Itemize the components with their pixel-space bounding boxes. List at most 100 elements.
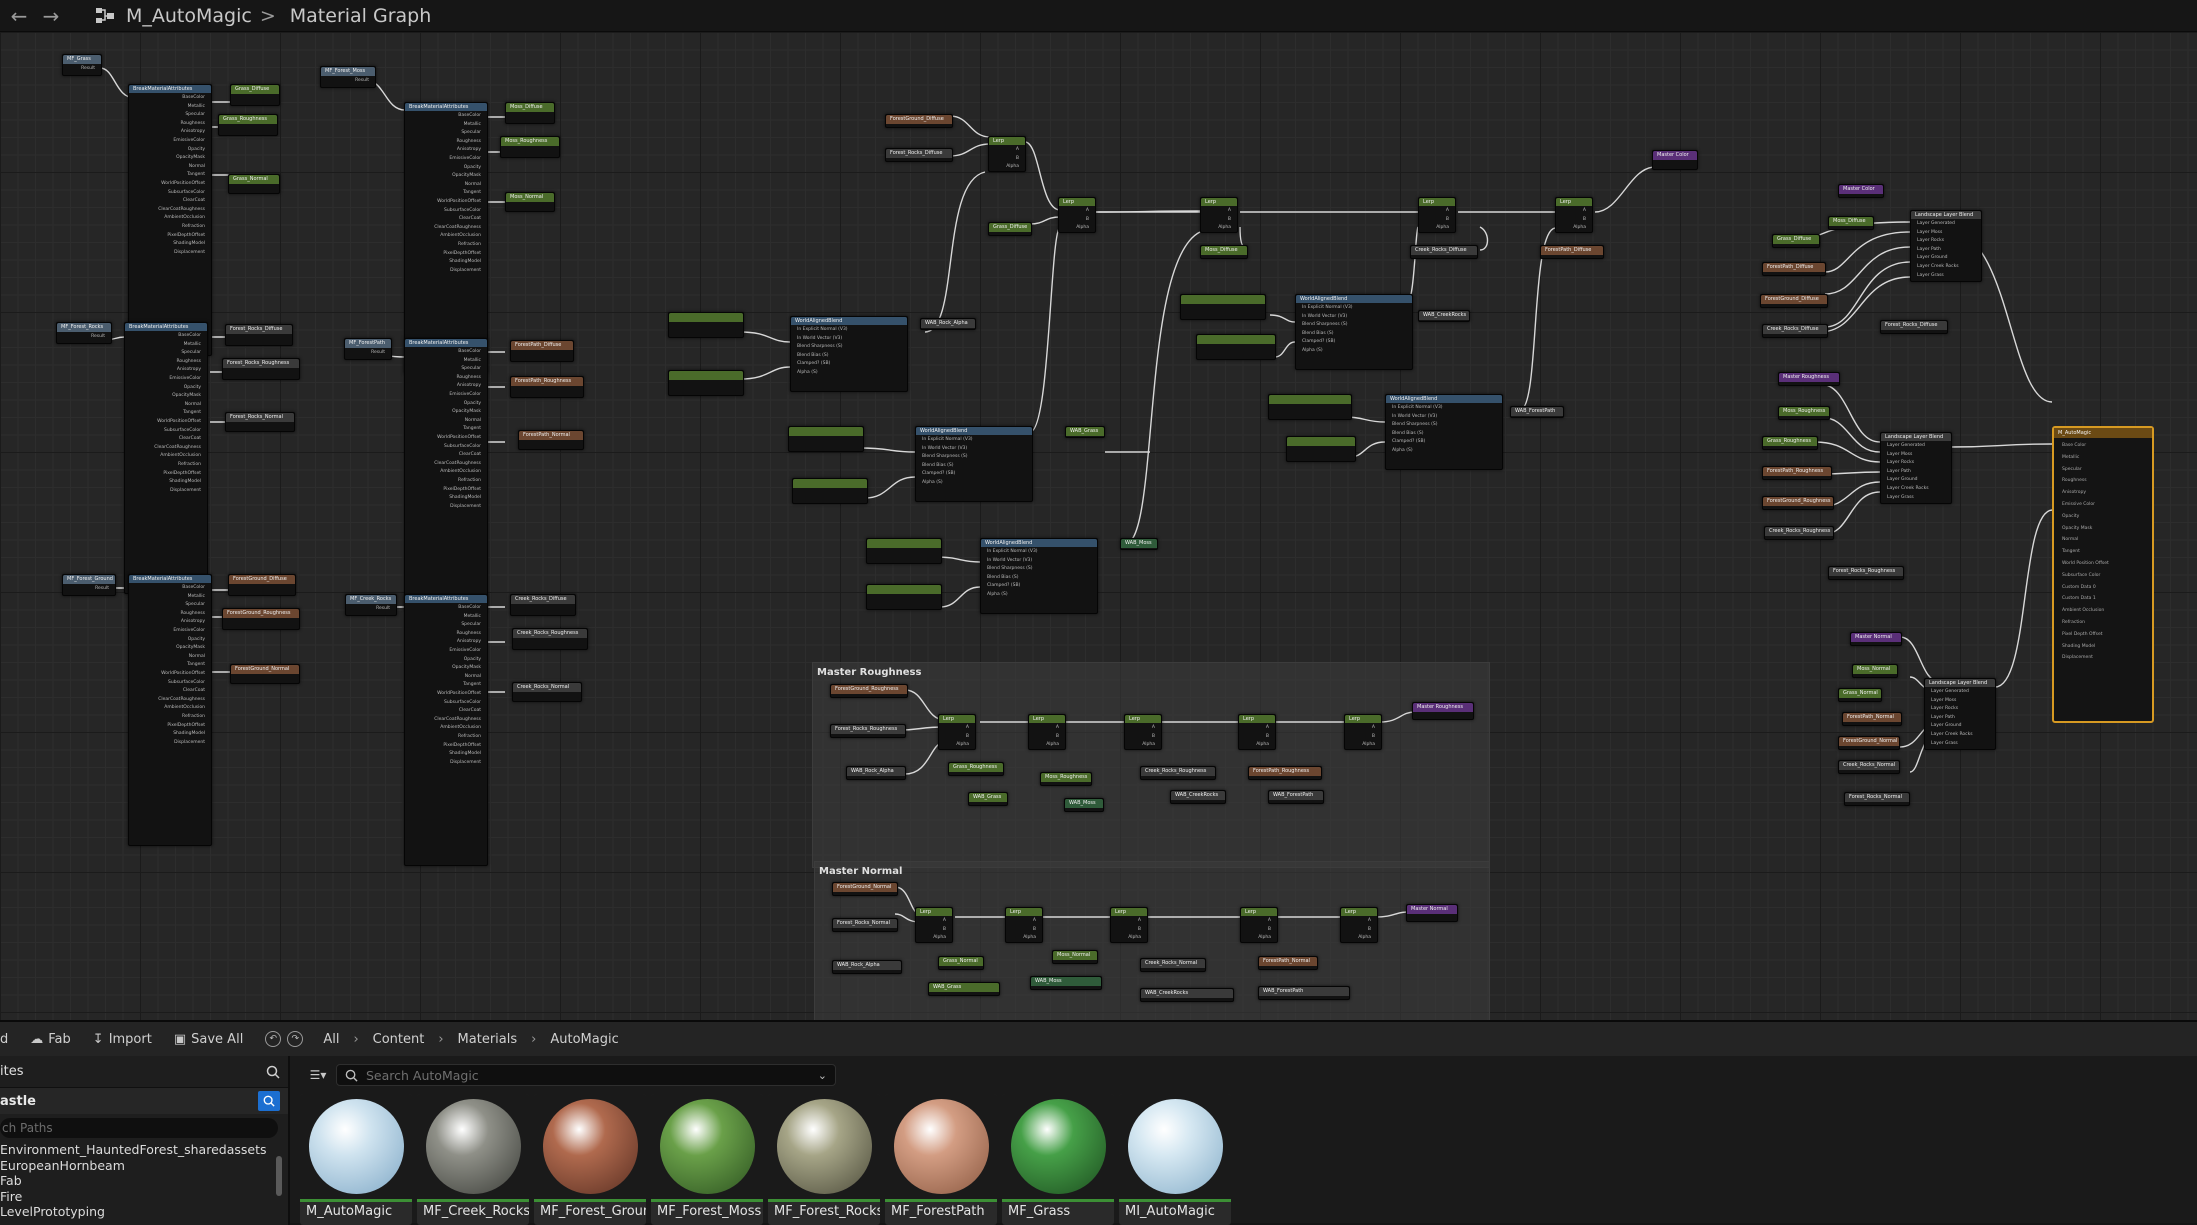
node-forestpath-normal-3[interactable]: ForestPath_Normal [1258, 956, 1318, 970]
node-forest-rocks-normal[interactable]: Forest_Rocks_Normal [225, 412, 295, 432]
asset-tile[interactable]: MF_ForestPath [885, 1094, 997, 1225]
node-lerp-r2[interactable]: Lerp A B Alpha [1028, 714, 1066, 750]
sources-scrollbar[interactable] [276, 1156, 282, 1196]
node-wab-creekrocks-3[interactable]: WAB_CreekRocks [1140, 988, 1234, 1002]
node-forest-rocks-normal-2[interactable]: Forest_Rocks_Normal [1844, 792, 1910, 806]
node-lerp-1[interactable]: Lerp A B Alpha [988, 136, 1026, 172]
node-lerp-3[interactable]: Lerp A B Alpha [1200, 197, 1238, 233]
node-forestpath-normal[interactable]: ForestPath_Normal [518, 430, 584, 450]
node-forestpath-diffuse-3[interactable]: ForestPath_Diffuse [1762, 262, 1826, 276]
import-button[interactable]: ↧ Import [93, 1032, 152, 1047]
node-creek-rocks-normal-3[interactable]: Creek_Rocks_Normal [1140, 958, 1206, 972]
node-wab-grass-3[interactable]: WAB_Grass [928, 982, 1000, 996]
path-content[interactable]: Content [373, 1032, 425, 1047]
node-forest-rocks-diffuse-3[interactable]: Forest_Rocks_Diffuse [1880, 320, 1948, 334]
node-wab-creekrocks-2[interactable]: WAB_CreekRocks [1170, 790, 1226, 804]
path-all[interactable]: All [323, 1032, 339, 1047]
node-forestground-roughness[interactable]: ForestGround_Roughness [222, 608, 300, 630]
node-scalar-param-9[interactable] [1268, 394, 1352, 420]
node-wab-moss-2[interactable]: WAB_Moss [1064, 798, 1104, 812]
node-world-aligned-blend-3[interactable]: WorldAlignedBlend In Explicit Normal (V3)… [980, 538, 1098, 614]
asset-tile[interactable]: MF_Forest_Rocks [768, 1094, 880, 1225]
node-forest-rocks-roughness-2[interactable]: Forest_Rocks_Roughness [1828, 566, 1904, 580]
asset-tile[interactable]: M_AutoMagic [300, 1094, 412, 1225]
node-break-material-attributes-5[interactable]: BreakMaterialAttributes BaseColor Metallic… [128, 574, 212, 846]
favorites-header[interactable]: ites [0, 1056, 288, 1088]
node-creek-rocks-roughness-2[interactable]: Creek_Rocks_Roughness [1764, 526, 1834, 540]
node-master-roughness-3[interactable]: Master Roughness [1412, 702, 1474, 720]
history-back-icon[interactable]: ↶ [265, 1031, 282, 1047]
path-search-input[interactable]: ch Paths [0, 1118, 278, 1138]
node-moss-normal-2[interactable]: Moss_Normal [1852, 664, 1898, 678]
node-creek-rocks-diffuse-2[interactable]: Creek_Rocks_Diffuse [1410, 245, 1478, 259]
node-master-color-2[interactable]: Master Color [1838, 184, 1884, 198]
node-mf-forest-rocks[interactable]: MF_Forest_Rocks Result [56, 322, 112, 344]
node-creek-rocks-normal-2[interactable]: Creek_Rocks_Normal [1838, 760, 1900, 774]
search-icon[interactable] [258, 1091, 280, 1111]
node-forestground-diffuse-3[interactable]: ForestGround_Diffuse [1760, 294, 1828, 308]
node-wab-forestpath-3[interactable]: WAB_ForestPath [1258, 986, 1350, 1000]
node-master-roughness-2[interactable]: Master Roughness [1778, 372, 1840, 386]
node-wab-grass[interactable]: WAB_Grass [1065, 426, 1105, 438]
asset-name[interactable]: M_AutoMagic [126, 5, 252, 27]
node-moss-diffuse-2[interactable]: Moss_Diffuse [1200, 245, 1248, 259]
history-forward-icon[interactable]: ↷ [287, 1031, 304, 1047]
node-forestpath-roughness-3[interactable]: ForestPath_Roughness [1248, 766, 1322, 780]
add-button[interactable]: d [0, 1032, 8, 1047]
node-creek-rocks-diffuse[interactable]: Creek_Rocks_Diffuse [510, 594, 576, 616]
node-moss-diffuse[interactable]: Moss_Diffuse [505, 102, 555, 124]
node-break-material-attributes-1[interactable]: BreakMaterialAttributes BaseColor Metallic… [128, 84, 212, 356]
node-break-material-attributes-6[interactable]: BreakMaterialAttributes BaseColor Metallic… [404, 594, 488, 866]
node-wab-forestpath[interactable]: WAB_ForestPath [1510, 406, 1564, 418]
folder-item[interactable]: Fire [0, 1189, 288, 1205]
node-break-material-attributes-3[interactable]: BreakMaterialAttributes BaseColor Metallic… [124, 322, 208, 594]
node-lerp-r1[interactable]: Lerp A B Alpha [938, 714, 976, 750]
node-grass-normal-2[interactable]: Grass_Normal [1838, 688, 1882, 702]
asset-tile[interactable]: MF_Grass [1002, 1094, 1114, 1225]
node-lerp-5[interactable]: Lerp A B Alpha [1555, 197, 1593, 233]
node-lerp-2[interactable]: Lerp A B Alpha [1058, 197, 1096, 233]
node-grass-diffuse[interactable]: Grass_Diffuse [230, 84, 280, 106]
asset-search-input[interactable] [366, 1067, 818, 1083]
node-moss-normal[interactable]: Moss_Normal [505, 192, 555, 212]
node-scalar-param-1[interactable] [668, 312, 744, 338]
folder-item[interactable]: Environment_HauntedForest_sharedassets [0, 1142, 288, 1158]
node-mf-creek-rocks[interactable]: MF_Creek_Rocks Result [345, 594, 397, 616]
node-forestground-normal[interactable]: ForestGround_Normal [230, 664, 300, 684]
node-master-normal-3[interactable]: Master Normal [1406, 904, 1458, 922]
node-grass-roughness-3[interactable]: Grass_Roughness [948, 762, 1004, 776]
node-lerp-n5[interactable]: Lerp A B Alpha [1340, 907, 1378, 943]
node-forestground-diffuse[interactable]: ForestGround_Diffuse [228, 574, 296, 596]
node-creek-rocks-roughness[interactable]: Creek_Rocks_Roughness [512, 628, 588, 650]
node-lerp-n1[interactable]: Lerp A B Alpha [915, 907, 953, 943]
node-grass-normal-3[interactable]: Grass_Normal [938, 956, 984, 970]
node-forestpath-roughness-2[interactable]: ForestPath_Roughness [1762, 466, 1832, 480]
node-wab-creekrocks[interactable]: WAB_CreekRocks [1418, 310, 1470, 322]
node-forestground-roughness-2[interactable]: ForestGround_Roughness [1762, 496, 1834, 510]
node-master-material[interactable]: M_AutoMagic Base Color Metallic Specular Ro… [2052, 426, 2154, 723]
node-landscape-layer-blend-normal[interactable]: Landscape Layer Blend Layer Generated Laye… [1924, 678, 1996, 750]
node-forest-rocks-diffuse[interactable]: Forest_Rocks_Diffuse [225, 324, 293, 346]
chevron-down-icon[interactable]: ⌄ [818, 1069, 827, 1082]
node-grass-diffuse-2[interactable]: Grass_Diffuse [988, 222, 1032, 236]
node-forestpath-roughness[interactable]: ForestPath_Roughness [510, 376, 584, 398]
node-wab-moss-3[interactable]: WAB_Moss [1030, 976, 1102, 990]
node-mf-grass[interactable]: MF_Grass Result [62, 54, 102, 76]
node-scalar-param-4[interactable] [792, 478, 868, 504]
node-scalar-param-7[interactable] [1180, 294, 1266, 320]
asset-tile[interactable]: MF_Creek_Rocks [417, 1094, 529, 1225]
graph-name[interactable]: Material Graph [290, 5, 432, 27]
node-grass-normal[interactable]: Grass_Normal [228, 174, 280, 194]
asset-tile[interactable]: MF_Forest_Moss [651, 1094, 763, 1225]
node-wab-rock-alpha-3[interactable]: WAB_Rock_Alpha [832, 960, 902, 974]
node-wab-rock-alpha[interactable]: WAB_Rock_Alpha [920, 318, 976, 330]
node-creek-rocks-roughness-3[interactable]: Creek_Rocks_Roughness [1140, 766, 1216, 780]
node-lerp-r3[interactable]: Lerp A B Alpha [1124, 714, 1162, 750]
node-lerp-r5[interactable]: Lerp A B Alpha [1344, 714, 1382, 750]
node-world-aligned-blend-4[interactable]: WorldAlignedBlend In Explicit Normal (V3)… [1295, 294, 1413, 370]
node-master-normal-2[interactable]: Master Normal [1850, 632, 1902, 646]
filter-icon[interactable]: ☰▾ [300, 1064, 336, 1086]
node-wab-rock-alpha-2[interactable]: WAB_Rock_Alpha [846, 766, 906, 780]
node-forestpath-normal-2[interactable]: ForestPath_Normal [1842, 712, 1902, 726]
node-scalar-param-6[interactable] [866, 584, 942, 610]
